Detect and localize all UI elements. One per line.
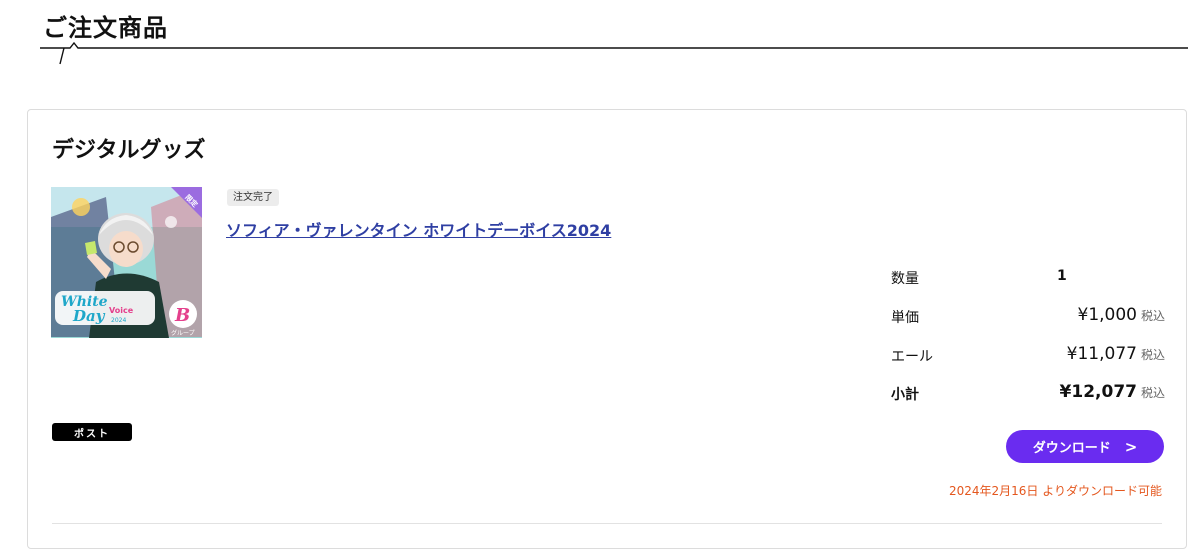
- unit-price-label: 単価: [891, 310, 919, 326]
- group-letter: B: [174, 305, 190, 326]
- card-divider: [52, 523, 1162, 524]
- download-availability-note: 2024年2月16日 よりダウンロード可能: [948, 484, 1162, 498]
- product-artwork: White Day Voice 2024 限定 B グループ: [51, 187, 202, 338]
- product-thumbnail[interactable]: White Day Voice 2024 限定 B グループ: [51, 187, 202, 338]
- yell-label: エール: [891, 349, 933, 365]
- summary-row-quantity: 数量 1: [891, 266, 1165, 288]
- quantity-label: 数量: [891, 271, 919, 287]
- unit-price-value-group: ¥1,000 税込: [1078, 305, 1166, 325]
- digital-goods-card: デジタルグッズ White Day Voice 2024 限定 B グループ 注…: [27, 109, 1187, 549]
- chevron-right-icon: >: [1124, 437, 1138, 456]
- yell-tax: 税込: [1140, 348, 1165, 362]
- subtotal-value-group: ¥12,077 税込: [1060, 382, 1165, 402]
- yell-value-group: ¥11,077 税込: [1067, 344, 1165, 364]
- logo-year: 2024: [111, 317, 126, 324]
- unit-price-value: ¥1,000: [1077, 305, 1137, 325]
- post-button[interactable]: ポスト: [52, 423, 132, 441]
- subtotal-tax: 税込: [1140, 386, 1165, 400]
- quantity-value: 1: [1057, 268, 1067, 284]
- card-heading: デジタルグッズ: [52, 138, 206, 163]
- product-title-link[interactable]: ソフィア・ヴァレンタイン ホワイトデーボイス2024: [226, 217, 611, 241]
- yell-value: ¥11,077: [1066, 344, 1137, 364]
- download-button[interactable]: ダウンロード >: [1006, 430, 1164, 463]
- unit-price-tax: 税込: [1140, 309, 1165, 323]
- section-title: ご注文商品: [43, 14, 168, 42]
- subtotal-label: 小計: [891, 387, 919, 403]
- summary-row-subtotal: 小計 ¥12,077 税込: [891, 382, 1165, 404]
- download-button-label: ダウンロード: [1032, 441, 1111, 456]
- logo-line3: Voice: [109, 306, 134, 315]
- summary-row-yell: エール ¥11,077 税込: [891, 344, 1165, 366]
- subtotal-value: ¥12,077: [1059, 382, 1137, 402]
- logo-line2: Day: [72, 307, 106, 325]
- order-status-badge: 注文完了: [227, 189, 279, 206]
- group-label: グループ: [171, 329, 195, 337]
- title-underline: [40, 41, 1188, 65]
- summary-row-unit-price: 単価 ¥1,000 税込: [891, 305, 1165, 327]
